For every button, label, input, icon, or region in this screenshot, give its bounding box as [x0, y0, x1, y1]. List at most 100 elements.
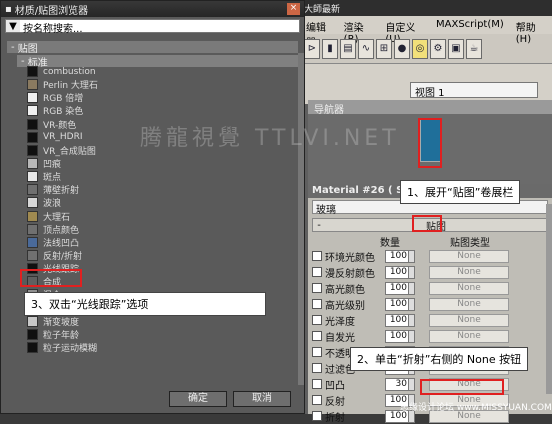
options-dropdown-icon[interactable]: ▼	[6, 21, 20, 32]
map-enable-checkbox[interactable]	[312, 251, 322, 261]
collapse-icon: -	[11, 41, 18, 53]
map-enable-checkbox[interactable]	[312, 395, 322, 405]
list-item[interactable]: 波浪	[17, 196, 297, 209]
spinner-arrows-icon[interactable]	[409, 265, 415, 279]
watermark: 腾龍視覺 TTLVI.NET	[140, 126, 400, 151]
map-enable-checkbox[interactable]	[312, 411, 322, 421]
list-item[interactable]: combustion	[17, 65, 297, 78]
map-none-button[interactable]: None	[429, 265, 509, 279]
menu-editors[interactable]: 编辑器	[306, 19, 332, 49]
render-teapot-icon[interactable]: ☕	[466, 38, 482, 59]
cancel-button[interactable]: 取消	[233, 391, 291, 407]
list-item[interactable]: RGB 染色	[17, 104, 297, 117]
menu-maxscript[interactable]: MAXScript(M)	[436, 19, 504, 31]
map-channel-name: 漫反射颜色	[325, 268, 375, 280]
spinner-arrows-icon[interactable]	[409, 329, 415, 343]
list-item[interactable]: 反射/折射	[17, 249, 297, 262]
maps-group-header[interactable]: - 贴图	[7, 41, 298, 55]
list-item-label: 大理石	[43, 212, 71, 223]
map-none-button[interactable]: None	[429, 313, 509, 327]
map-none-button[interactable]: None	[429, 329, 509, 343]
list-item[interactable]: 粒子年龄	[17, 328, 297, 341]
render-frame-icon[interactable]: ▣	[448, 38, 464, 59]
map-channel-name: 自发光	[325, 332, 355, 344]
map-amount-spinner[interactable]: 100	[385, 329, 409, 343]
map-channel-name: 高光级别	[325, 300, 365, 312]
viewport-header: 视图 1	[300, 64, 552, 104]
map-enable-checkbox[interactable]	[312, 283, 322, 293]
map-enable-checkbox[interactable]	[312, 331, 322, 341]
menu-bar: 编辑器 渲染(R) 自定义(U) MAXScript(M) 帮助(H)	[300, 16, 552, 49]
ok-button[interactable]: 确定	[169, 391, 227, 407]
spinner-arrows-icon[interactable]	[409, 281, 415, 295]
spinner-arrows-icon[interactable]	[409, 297, 415, 311]
map-amount-spinner[interactable]: 100	[385, 249, 409, 263]
list-item[interactable]: 凹痕	[17, 157, 297, 170]
viewport-select[interactable]: 视图 1	[410, 82, 538, 99]
align-icon[interactable]: ▮	[322, 38, 338, 59]
schematic-icon[interactable]: ⊞	[376, 38, 392, 59]
material-editor-slate-icon[interactable]: ◎	[412, 38, 428, 59]
map-enable-checkbox[interactable]	[312, 315, 322, 325]
map-swatch-icon	[27, 236, 38, 248]
list-item[interactable]: 顶点颜色	[17, 223, 297, 236]
map-channel-name: 反射	[325, 396, 345, 408]
map-channel-name: 环境光颜色	[325, 252, 375, 264]
material-editor-icon[interactable]: ●	[394, 38, 410, 59]
step2-callout: 2、单击“折射”右侧的 None 按钮	[350, 347, 529, 371]
map-enable-checkbox[interactable]	[312, 267, 322, 277]
list-item[interactable]: 斑点	[17, 170, 297, 183]
list-item[interactable]: RGB 倍增	[17, 91, 297, 104]
list-item[interactable]: 大理石	[17, 210, 297, 223]
list-item-label: VR_合成贴图	[43, 146, 96, 157]
map-swatch-icon	[27, 66, 38, 78]
step1-callout: 1、展开“贴图”卷展栏	[400, 180, 521, 204]
map-amount-spinner[interactable]: 100	[385, 281, 409, 295]
map-none-button[interactable]: None	[429, 281, 509, 295]
map-amount-spinner[interactable]: 30	[385, 377, 409, 391]
map-amount-spinner[interactable]: 100	[385, 313, 409, 327]
list-item-label: Perlin 大理石	[43, 81, 98, 92]
spinner-arrows-icon[interactable]	[409, 313, 415, 327]
map-none-button[interactable]: None	[429, 297, 509, 311]
collapse-icon: -	[317, 219, 321, 231]
map-channel-name: 凹凸	[325, 380, 345, 392]
curve-editor-icon[interactable]: ∿	[358, 38, 374, 59]
list-item[interactable]: 粒子运动模糊	[17, 341, 297, 354]
map-none-button[interactable]: None	[429, 249, 509, 263]
mirror-icon[interactable]: ⊳	[304, 38, 320, 59]
map-amount-spinner[interactable]: 100	[385, 265, 409, 279]
map-enable-checkbox[interactable]	[312, 363, 322, 373]
layer-icon[interactable]: ▤	[340, 38, 356, 59]
list-item[interactable]: 法线凹凸	[17, 236, 297, 249]
browser-app-icon: ▪	[5, 3, 12, 15]
map-channel-name: 光泽度	[325, 316, 355, 328]
spinner-arrows-icon[interactable]	[409, 249, 415, 263]
search-bar: ▼ 按名称搜索...	[5, 19, 300, 35]
map-swatch-icon	[27, 315, 38, 327]
render-setup-icon[interactable]: ⚙	[430, 38, 446, 59]
search-input[interactable]: 按名称搜索...	[20, 20, 299, 35]
menu-help[interactable]: 帮助(H)	[516, 19, 546, 45]
list-item-label: VR_HDRI	[43, 132, 83, 143]
map-amount-spinner[interactable]: 100	[385, 297, 409, 311]
list-item[interactable]: 渐变坡度	[17, 315, 297, 328]
list-item-label: RGB 倍增	[43, 94, 84, 105]
map-rows: 环境光颜色 100 None 漫反射颜色 100 None 高光颜色 100 None 高光级别 1…	[308, 248, 552, 424]
material-scrollbar[interactable]	[546, 204, 552, 394]
maps-group-label: 贴图	[17, 43, 38, 55]
list-item[interactable]: 薄壁折射	[17, 183, 297, 196]
list-item[interactable]: Perlin 大理石	[17, 78, 297, 91]
menu-render[interactable]: 渲染(R)	[344, 19, 374, 45]
list-item-label: 斑点	[43, 173, 62, 184]
menu-customize[interactable]: 自定义(U)	[385, 19, 424, 45]
map-swatch-icon	[27, 92, 38, 104]
map-swatch-icon	[27, 197, 38, 209]
browser-scrollbar[interactable]	[298, 53, 304, 385]
map-enable-checkbox[interactable]	[312, 299, 322, 309]
map-enable-checkbox[interactable]	[312, 347, 322, 357]
map-enable-checkbox[interactable]	[312, 379, 322, 389]
spinner-arrows-icon[interactable]	[409, 377, 415, 391]
map-swatch-icon	[27, 210, 38, 222]
close-icon[interactable]: ×	[287, 3, 300, 15]
